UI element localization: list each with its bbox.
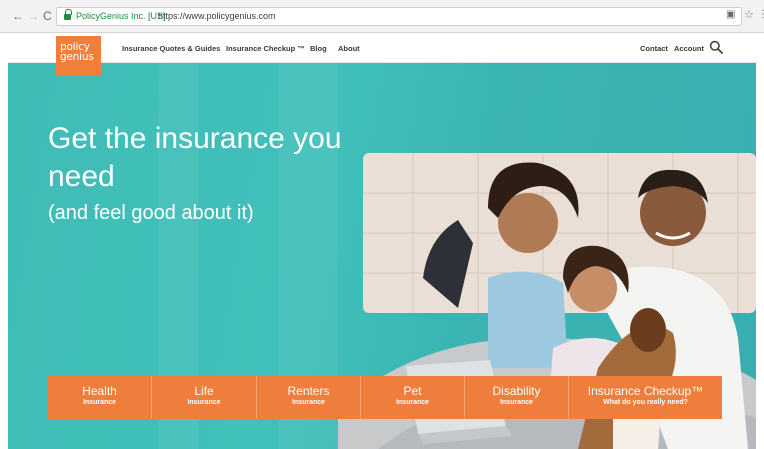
tile-pet-insurance[interactable]: Pet Insurance [361,376,465,419]
tile-subtitle: Insurance [499,399,534,406]
hero-title: Get the insurance you need [48,122,342,193]
tile-title: Health [82,384,117,398]
logo-line2: genius [60,51,94,63]
tile-subtitle: What do you really need? [603,399,688,406]
tile-title: Disability [492,384,541,398]
tile-insurance-checkup[interactable]: Insurance Checkup™ What do you really ne… [569,376,722,419]
nav-insurance-checkup[interactable]: Insurance Checkup ™ [226,44,305,53]
nav-contact[interactable]: Contact [640,44,668,53]
nav-about[interactable]: About [338,44,360,53]
address-bar[interactable]: PolicyGenius Inc. [US] | https://www.pol… [56,7,742,26]
tile-health-insurance[interactable]: Health Insurance [48,376,152,419]
browser-toolbar: ← → C PolicyGenius Inc. [US] | https://w… [0,0,764,33]
tile-title: Renters [287,384,330,398]
forward-arrow-icon[interactable]: → [27,9,39,23]
nav-account[interactable]: Account [674,44,704,53]
reload-icon[interactable]: C [43,9,52,23]
tile-renters-insurance[interactable]: Renters Insurance [257,376,361,419]
search-icon[interactable] [709,40,723,54]
nav-blog[interactable]: Blog [310,44,327,53]
extension-icon[interactable]: ▣ [726,9,735,20]
tile-disability-insurance[interactable]: Disability Insurance [465,376,569,419]
back-arrow-icon[interactable]: ← [12,9,24,23]
tile-life-insurance[interactable]: Life Insurance [152,376,257,419]
tile-subtitle: Insurance [187,399,221,406]
hero-subtitle: (and feel good about it) [48,202,254,224]
bookmark-star-icon[interactable]: ☆ [744,8,754,21]
tile-title: Life [194,384,214,398]
menu-icon[interactable]: ⋮ [758,9,764,20]
hero-banner: Get the insurance you need (and feel goo… [8,63,756,449]
insurance-tiles: Health Insurance Life Insurance Renters … [48,376,722,419]
tile-subtitle: Insurance [82,399,117,406]
site-identity: PolicyGenius Inc. [US] [76,11,166,21]
tile-subtitle: Insurance [291,399,326,406]
lock-icon [64,9,72,21]
site-header: policy genius Insurance Quotes & Guides … [8,33,756,75]
tile-title: Pet [403,384,422,398]
url-text[interactable]: https://www.policygenius.com [158,11,276,21]
policygenius-logo[interactable]: policy genius [56,36,101,75]
tile-title: Insurance Checkup™ [587,384,704,398]
nav-insurance-quotes-guides[interactable]: Insurance Quotes & Guides [122,44,220,53]
address-separator: | [149,10,152,20]
tile-subtitle: Insurance [395,399,430,406]
